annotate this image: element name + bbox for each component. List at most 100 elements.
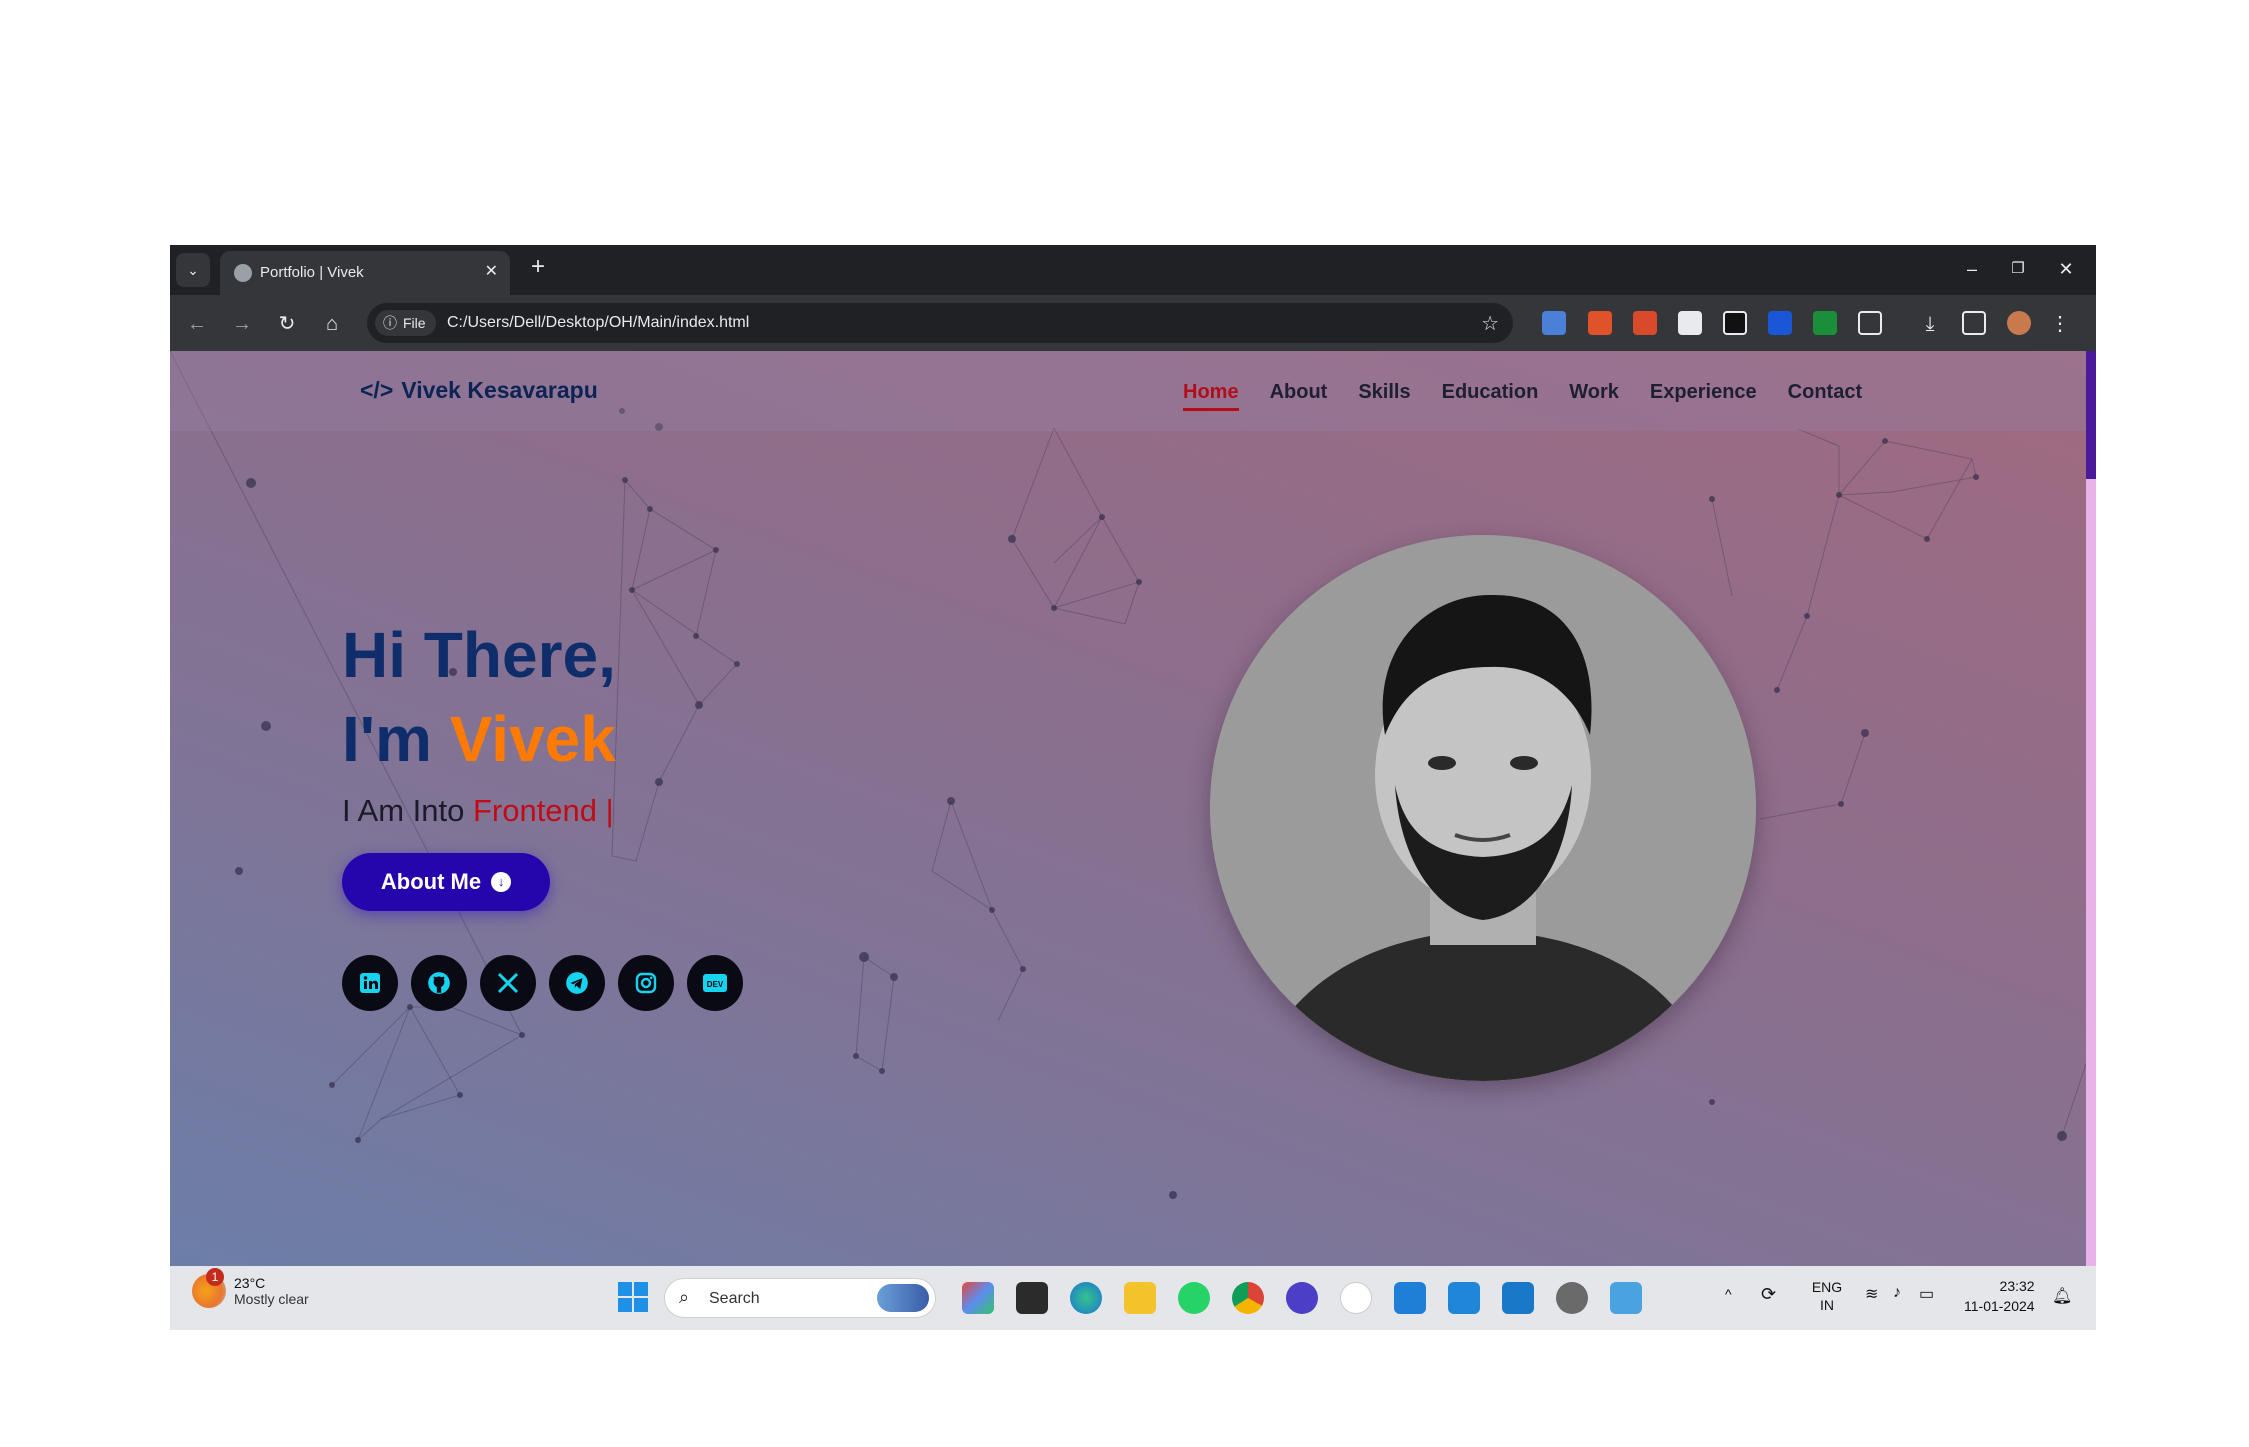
portfolio-page: </> Vivek Kesavarapu Home About Skills E… (170, 351, 2086, 1266)
side-panel-icon[interactable] (1962, 311, 1986, 335)
edge-icon[interactable] (1070, 1282, 1102, 1314)
notification-bell-icon[interactable]: 🔔︎ (2052, 1286, 2072, 1306)
site-logo[interactable]: </> Vivek Kesavarapu (360, 377, 598, 404)
profile-avatar[interactable] (2007, 311, 2031, 335)
reload-button[interactable]: ↻ (272, 309, 302, 339)
weather-widget[interactable]: 1 23°C Mostly clear (192, 1268, 309, 1308)
browser-menu-icon[interactable]: ⋮ (2045, 309, 2075, 339)
task-view-icon[interactable] (1016, 1282, 1048, 1314)
minimize-button[interactable]: – (1952, 251, 1992, 287)
translate-extension-icon[interactable] (1542, 311, 1566, 335)
whatsapp-icon[interactable] (1178, 1282, 1210, 1314)
tab-search-button[interactable]: ⌄ (176, 253, 210, 287)
bookmark-star-icon[interactable]: ☆ (1481, 311, 1499, 336)
onedrive-sync-icon[interactable]: ⟳ (1761, 1284, 1776, 1305)
windows-start-icon[interactable] (618, 1282, 648, 1312)
site-info-chip[interactable]: ⓘ File (375, 310, 436, 336)
social-links: DEV (342, 955, 743, 1011)
language-code: ENG (1811, 1279, 1843, 1295)
tab-close-icon[interactable]: ✕ (485, 261, 498, 281)
extension-icon-4[interactable] (1678, 311, 1702, 335)
extension-icon-7[interactable] (1813, 311, 1837, 335)
page-scrollbar[interactable] (2086, 351, 2096, 1266)
nav-contact[interactable]: Contact (1788, 381, 1862, 411)
app-icon-blue[interactable] (1502, 1282, 1534, 1314)
volume-icon[interactable]: ♪ (1893, 1284, 1901, 1302)
code-icon: </> (360, 377, 394, 403)
copilot-icon[interactable] (962, 1282, 994, 1314)
battery-icon[interactable]: ▭ (1919, 1284, 1934, 1304)
nav-experience[interactable]: Experience (1650, 381, 1757, 411)
taskbar-search[interactable]: ⌕ Search (664, 1278, 936, 1318)
linkedin-icon (360, 973, 380, 993)
linkedin-link[interactable] (342, 955, 398, 1011)
app-icon-sync[interactable] (1340, 1282, 1372, 1314)
search-label: Search (709, 1290, 760, 1307)
vscode-icon[interactable] (1448, 1282, 1480, 1314)
github-icon (428, 972, 450, 994)
info-icon: ⓘ (383, 315, 397, 331)
extension-icon-5[interactable] (1723, 311, 1747, 335)
scrollbar-thumb[interactable] (2086, 351, 2096, 479)
show-hidden-icons-icon[interactable]: ^ (1725, 1286, 1732, 1302)
instagram-icon (635, 972, 657, 994)
nav-skills[interactable]: Skills (1358, 381, 1410, 411)
about-me-label: About Me (380, 869, 482, 894)
home-button[interactable]: ⌂ (317, 309, 347, 339)
hero-tagline: I Am Into Frontend | (342, 793, 614, 829)
address-bar[interactable]: ⓘ File C:/Users/Dell/Desktop/OH/Main/ind… (367, 303, 1513, 343)
region-code: IN (1820, 1297, 1834, 1313)
profile-photo (1210, 535, 1756, 1081)
dev-link[interactable]: DEV (687, 955, 743, 1011)
file-chip-label: File (403, 315, 426, 331)
github-link[interactable] (411, 955, 467, 1011)
about-me-button[interactable]: About Me ↓ (342, 853, 550, 911)
weather-condition: Mostly clear (234, 1291, 309, 1307)
screen: ⌄ Portfolio | Vivek ✕ + – ❐ ✕ ← → ↻ ⌂ ⓘ … (170, 245, 2096, 1330)
logo-text: Vivek Kesavarapu (401, 377, 598, 403)
extension-icon-3[interactable] (1633, 311, 1657, 335)
chrome-icon[interactable] (1232, 1282, 1264, 1314)
clock[interactable]: 23:32 11-01-2024 (1964, 1276, 2035, 1316)
browser-toolbar: ← → ↻ ⌂ ⓘ File C:/Users/Dell/Desktop/OH/… (170, 295, 2096, 351)
nav-education[interactable]: Education (1442, 381, 1539, 411)
restore-button[interactable]: ❐ (1998, 251, 2038, 287)
nav-about[interactable]: About (1270, 381, 1328, 411)
extension-icon-2[interactable] (1588, 311, 1612, 335)
tab-favicon-icon (234, 264, 252, 282)
browser-tab[interactable]: Portfolio | Vivek ✕ (220, 251, 510, 295)
search-icon: ⌕ (679, 1287, 690, 1307)
downloads-icon[interactable]: ⤓ (1915, 309, 1945, 339)
clock-date: 11-01-2024 (1964, 1298, 2035, 1314)
extensions-puzzle-icon[interactable] (1858, 311, 1882, 335)
dev-icon: DEV (703, 974, 727, 992)
nav-work[interactable]: Work (1569, 381, 1619, 411)
telegram-icon (566, 972, 588, 994)
url-text[interactable]: C:/Users/Dell/Desktop/OH/Main/index.html (447, 314, 749, 332)
tagline-role: Frontend | (472, 793, 614, 828)
telegram-link[interactable] (549, 955, 605, 1011)
arrow-down-circle-icon: ↓ (491, 872, 512, 892)
app-icon-moon[interactable] (1286, 1282, 1318, 1314)
dev-badge-text: DEV (707, 980, 724, 989)
x-link[interactable] (480, 955, 536, 1011)
forward-button[interactable]: → (227, 309, 257, 339)
new-tab-button[interactable]: + (522, 253, 554, 285)
notepad-icon[interactable] (1610, 1282, 1642, 1314)
file-explorer-icon[interactable] (1124, 1282, 1156, 1314)
nav-menu: Home About Skills Education Work Experie… (1183, 381, 1862, 411)
wifi-icon[interactable]: ≋ (1865, 1284, 1878, 1304)
close-window-button[interactable]: ✕ (2046, 251, 2086, 287)
tab-title: Portfolio | Vivek (260, 264, 364, 281)
mail-icon[interactable] (1394, 1282, 1426, 1314)
hero-greeting: Hi There, (342, 619, 616, 691)
language-indicator[interactable]: ENG IN (1807, 1278, 1847, 1314)
tab-bar: ⌄ Portfolio | Vivek ✕ + – ❐ ✕ (170, 245, 2096, 295)
weather-badge: 1 (206, 1268, 224, 1286)
back-button[interactable]: ← (182, 309, 212, 339)
nav-home[interactable]: Home (1183, 381, 1239, 411)
settings-icon[interactable] (1556, 1282, 1588, 1314)
extension-icon-6[interactable] (1768, 311, 1792, 335)
instagram-link[interactable] (618, 955, 674, 1011)
search-highlight-icon (877, 1284, 929, 1312)
